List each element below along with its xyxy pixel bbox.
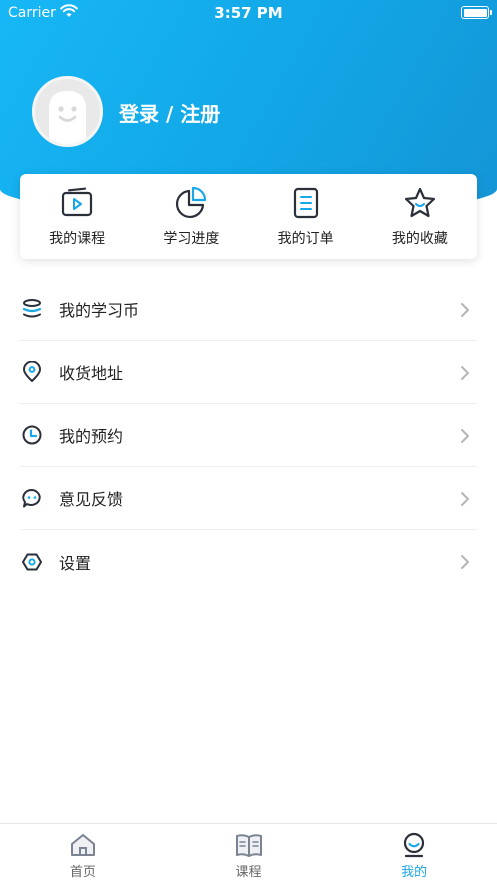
pie-chart-icon [176,186,207,218]
coin-stack-icon [20,297,44,321]
quick-action-favorites[interactable]: 我的收藏 [363,174,477,259]
profile-icon [404,832,425,858]
clock-icon [20,423,44,447]
menu-item-address[interactable]: 收货地址 [20,341,477,404]
chevron-right-icon [461,555,469,569]
chevron-right-icon [461,366,469,380]
tab-home[interactable]: 首页 [0,824,166,883]
quick-action-label: 我的订单 [277,231,334,247]
tab-label: 课程 [235,865,262,880]
book-icon [235,834,262,857]
location-pin-icon [20,360,44,384]
menu-item-label: 我的预约 [59,427,124,446]
star-icon [404,187,435,218]
menu-item-coins[interactable]: 我的学习币 [20,278,477,341]
home-icon [70,834,95,856]
quick-action-orders[interactable]: 我的订单 [249,174,363,259]
quick-action-label: 学习进度 [163,231,220,247]
order-list-icon [293,187,318,219]
quick-action-label: 我的收藏 [391,231,448,247]
chevron-right-icon [461,429,469,443]
status-bar: Carrier 3:57 PM [0,0,497,26]
quick-action-my-courses[interactable]: 我的课程 [20,174,134,259]
chevron-right-icon [461,303,469,317]
quick-actions-card: 我的课程 学习进度 我的订单 我的收藏 [20,174,477,259]
tab-courses[interactable]: 课程 [166,824,332,883]
settings-menu: 我的学习币 收货地址 我的预约 意见反馈 设置 [20,278,477,593]
menu-item-label: 设置 [59,553,92,573]
tab-label: 我的 [401,865,428,880]
video-course-icon [62,187,93,217]
login-register-link[interactable]: 登录 / 注册 [119,98,220,127]
menu-item-label: 意见反馈 [59,490,124,509]
quick-action-label: 我的课程 [49,231,106,247]
settings-hexagon-icon [20,550,44,574]
status-time: 3:57 PM [214,4,283,22]
menu-item-feedback[interactable]: 意见反馈 [20,467,477,530]
quick-action-progress[interactable]: 学习进度 [134,174,248,259]
menu-item-label: 收货地址 [59,364,124,383]
tab-mine[interactable]: 我的 [331,824,497,883]
menu-item-settings[interactable]: 设置 [20,530,477,593]
chevron-right-icon [461,492,469,506]
menu-item-appointments[interactable]: 我的预约 [20,404,477,467]
tab-label: 首页 [69,865,96,880]
battery-icon [461,6,492,19]
chat-bubble-icon [20,486,44,510]
avatar-ghost-icon [49,91,86,144]
bottom-tab-bar: 首页 课程 我的 [0,823,497,883]
avatar[interactable] [32,76,103,147]
menu-item-label: 我的学习币 [59,301,140,320]
